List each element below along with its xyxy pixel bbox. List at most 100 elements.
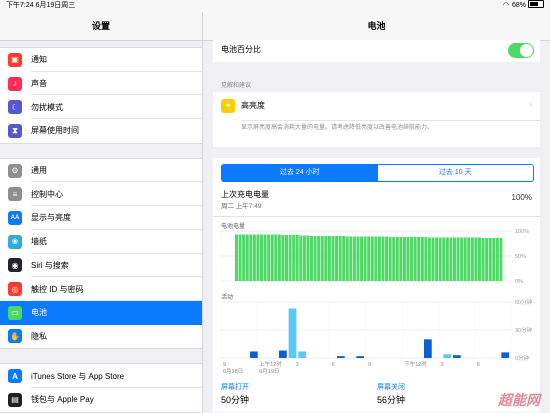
- battery-level-bar: [238, 234, 242, 281]
- advice-card[interactable]: ✦ 高亮度 › 显示屏亮度高会消耗大量的电量。请考虑降低亮度以改善电池续航能力。: [213, 92, 540, 147]
- battery-level-bar: [245, 234, 249, 281]
- sidebar-item[interactable]: ▣ 通知: [0, 48, 202, 72]
- battery-level-bar: [385, 236, 389, 281]
- battery-pane: 电池 电池百分比 见解和建议 ✦ 高亮度 › 显示屏亮度高会消耗大量的电量。请考…: [203, 12, 550, 412]
- battery-level-bar: [295, 235, 299, 281]
- battery-level-bar: [292, 235, 296, 281]
- battery-level-bar: [285, 235, 288, 281]
- advice-description: 显示屏亮度高会消耗大量的电量。请考虑降低亮度以改善电池续航能力。: [241, 125, 434, 131]
- x-date-label: 6月18日: [223, 368, 243, 375]
- sidebar-item[interactable]: ▭ 电池: [0, 300, 202, 325]
- battery-level-bar: [249, 234, 253, 281]
- battery-level-bar: [342, 236, 346, 281]
- notification-icon: ▣: [8, 52, 22, 67]
- page-title: 电池: [203, 12, 550, 41]
- battery-level-bar: [488, 238, 492, 281]
- sidebar-item-label: 电池: [31, 308, 47, 318]
- sidebar-group: ▣ 通知 ♪ 声音 ☾ 勿扰模式 ⧗ 屏幕使用时间: [0, 47, 202, 144]
- speaker-icon: ♪: [8, 76, 22, 91]
- battery-level-bar: [392, 237, 396, 281]
- battery-level-bar: [431, 237, 435, 281]
- battery-level-bar: [270, 234, 274, 281]
- sidebar-item[interactable]: ☾ 勿扰模式: [0, 95, 202, 120]
- battery-level-bar: [470, 237, 474, 281]
- battery-level-bar: [313, 236, 317, 281]
- screen-off-value: 56分钟: [377, 395, 406, 405]
- battery-level-bar: [499, 238, 503, 281]
- sidebar-item-label: 墙纸: [31, 237, 47, 247]
- activity-bar: [250, 351, 258, 358]
- x-date-label: 6月19日: [259, 368, 279, 375]
- battery-level-bar: [370, 236, 374, 281]
- battery-level-bar: [463, 237, 467, 281]
- activity-bar: [356, 356, 365, 358]
- battery-level-bar: [310, 236, 314, 281]
- sidebar-item[interactable]: ♪ 声音: [0, 72, 202, 96]
- sidebar-item[interactable]: ▤ 钱包与 Apple Pay: [0, 388, 202, 412]
- hand-icon: ✋: [8, 329, 22, 344]
- x-tick-label: 上午12时: [259, 360, 282, 368]
- sidebar-item-label: 触控 ID 与密码: [31, 284, 84, 294]
- sidebar-item[interactable]: ◉ Siri 与搜索: [0, 254, 202, 278]
- usage-card: 过去 24 小时 过去 10 天 上次充电电量 周二 上午7:49 100% 电…: [213, 158, 540, 412]
- battery-level-bar: [306, 235, 310, 281]
- sidebar-group: AiTunes Store 与 App Store ▤ 钱包与 Apple Pay: [0, 363, 202, 413]
- sidebar-item[interactable]: AiTunes Store 与 App Store: [0, 364, 202, 388]
- battery-level-bar: [477, 237, 481, 281]
- activity-bar: [279, 350, 287, 358]
- y-tick-label: 30分钟: [515, 326, 533, 334]
- battery-level-bar: [335, 236, 339, 281]
- appstore-icon: A: [8, 369, 22, 384]
- battery-level-bar: [288, 235, 292, 281]
- battery-level-bar: [242, 234, 246, 281]
- sidebar-item[interactable]: ◎ 触控 ID 与密码: [0, 277, 202, 301]
- battery-level-bar: [349, 236, 353, 281]
- battery-level-bar: [399, 237, 403, 281]
- battery-level-bar: [442, 237, 446, 281]
- sidebar-item[interactable]: ≡ 控制中心: [0, 182, 202, 207]
- flower-icon: ❀: [8, 234, 22, 249]
- battery-level-bar: [363, 236, 367, 281]
- sidebar-item-label: 隐私: [31, 331, 47, 341]
- battery-level-bar: [427, 237, 431, 281]
- sidebar-group: ⚙ 通用 ≡ 控制中心 AA 显示与亮度 ❀ 墙纸 ◉ Siri 与搜索 ◎ 触控 ID 与密码 ▭ 电池…: [0, 157, 202, 350]
- y-tick-label: 0%: [515, 279, 523, 285]
- y-tick-label: 100%: [515, 229, 529, 235]
- battery-level-bar: [356, 236, 360, 281]
- battery-level-bar: [445, 237, 449, 281]
- display-icon: AA: [8, 210, 22, 225]
- battery-level-bar: [324, 236, 328, 281]
- battery-percentage-toggle[interactable]: [508, 43, 534, 58]
- sidebar-item[interactable]: ⧗ 屏幕使用时间: [0, 119, 202, 143]
- hourglass-icon: ⧗: [8, 123, 22, 138]
- battery-level-bar: [327, 236, 331, 281]
- battery-level-bar: [277, 234, 281, 281]
- activity-bar: [424, 339, 432, 358]
- fingerprint-icon: ◎: [8, 282, 22, 297]
- activity-bar: [298, 351, 307, 358]
- insights-label: 见解和建议: [221, 83, 252, 89]
- sidebar-item-label: iTunes Store 与 App Store: [31, 371, 125, 381]
- battery-level-bar: [417, 237, 421, 281]
- activity-bar: [453, 355, 461, 358]
- battery-level-bar: [274, 234, 278, 281]
- battery-level-bar: [456, 237, 460, 281]
- gear-icon: ⚙: [8, 163, 22, 178]
- battery-level-bar: [263, 234, 267, 281]
- battery-percentage-label: 电池百分比: [221, 45, 261, 54]
- battery-level-bar: [256, 234, 260, 281]
- sidebar-item[interactable]: AA 显示与亮度: [0, 206, 202, 230]
- sidebar-item[interactable]: ❀ 墙纸: [0, 230, 202, 254]
- sidebar-item-label: 钱包与 Apple Pay: [31, 395, 94, 405]
- sidebar-title: 设置: [0, 12, 202, 41]
- sidebar-item[interactable]: ⚙ 通用: [0, 159, 202, 183]
- sidebar-item[interactable]: ✋ 隐私: [0, 325, 202, 349]
- x-tick-label: 6: [477, 362, 480, 368]
- activity-bar: [288, 308, 297, 358]
- x-tick-label: 6: [332, 362, 335, 368]
- battery-level-bar: [360, 236, 364, 281]
- battery-level-bar: [367, 236, 371, 281]
- moon-icon: ☾: [8, 100, 22, 115]
- battery-level-bar: [388, 237, 392, 281]
- sidebar-item-label: Siri 与搜索: [31, 260, 69, 270]
